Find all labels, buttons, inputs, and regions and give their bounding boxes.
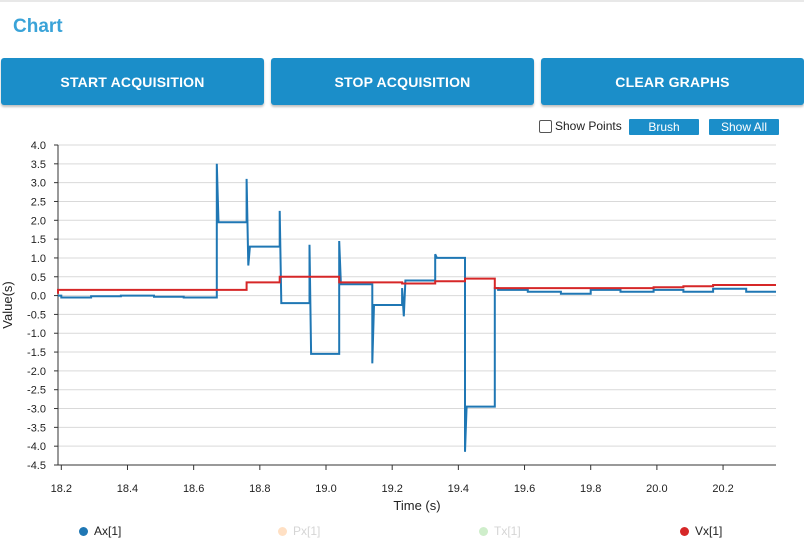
x-tick-label: 18.6 xyxy=(183,483,204,495)
legend-marker-tx xyxy=(479,526,488,536)
x-tick-label: 19.2 xyxy=(381,483,402,495)
y-tick-label: -4.5 xyxy=(27,460,46,472)
x-tick-label: 19.6 xyxy=(514,483,535,495)
y-tick-label: -2.5 xyxy=(27,385,46,397)
y-tick-label: 3.0 xyxy=(31,178,46,190)
legend-marker-ax xyxy=(79,526,88,536)
legend-item-tx[interactable]: Tx[1] xyxy=(479,524,521,538)
y-tick-label: -3.0 xyxy=(27,404,46,416)
y-tick-label: -1.5 xyxy=(27,347,46,359)
y-axis-label: Value(s) xyxy=(0,281,15,328)
y-tick-label: 2.5 xyxy=(31,196,46,208)
legend-label-vx: Vx[1] xyxy=(695,524,723,538)
y-tick-label: 3.5 xyxy=(31,159,46,171)
y-tick-label: -3.5 xyxy=(27,422,46,434)
y-tick-label: 1.5 xyxy=(31,234,46,246)
legend-item-vx[interactable]: Vx[1] xyxy=(680,524,722,538)
x-tick-label: 20.2 xyxy=(712,483,733,495)
y-tick-label: -0.5 xyxy=(27,309,46,321)
x-tick-label: 18.8 xyxy=(249,483,270,495)
legend-label-ax: Ax[1] xyxy=(94,524,122,538)
y-tick-label: -1.0 xyxy=(27,328,46,340)
y-tick-label: 4.0 xyxy=(31,140,46,152)
y-tick-label: 2.0 xyxy=(31,215,46,227)
x-axis: 18.2 18.4 18.6 18.8 19.0 19.2 19.4 19.6 19.8 20.0… xyxy=(51,464,776,495)
legend-item-ax[interactable]: Ax[1] xyxy=(79,524,121,538)
x-tick-label: 19.8 xyxy=(580,483,601,495)
legend-marker-px xyxy=(278,526,287,536)
y-tick-label: -4.0 xyxy=(27,441,46,453)
x-tick-label: 18.4 xyxy=(117,483,138,495)
legend-label-tx: Tx[1] xyxy=(494,524,521,538)
x-tick-label: 20.0 xyxy=(646,483,667,495)
y-axis: 4.0 3.5 3.0 2.5 2.0 1.5 1.0 0.5 0.0 -0.5 -1.0 -1.5 -… xyxy=(27,140,59,472)
y-tick-label: 0.5 xyxy=(31,272,46,284)
x-axis-label: Time (s) xyxy=(393,498,440,513)
legend-item-px[interactable]: Px[1] xyxy=(278,524,320,538)
y-tick-label: 0.0 xyxy=(31,291,46,303)
y-tick-label: 1.0 xyxy=(31,253,46,265)
legend-marker-vx xyxy=(680,526,689,536)
x-tick-label: 18.2 xyxy=(51,483,72,495)
x-tick-label: 19.0 xyxy=(315,483,336,495)
x-tick-label: 19.4 xyxy=(448,483,469,495)
chart-area[interactable]: 4.0 3.5 3.0 2.5 2.0 1.5 1.0 0.5 0.0 -0.5 -1.0 -1.5 -… xyxy=(0,0,804,543)
series-line-vx1 xyxy=(57,275,776,294)
gridlines xyxy=(58,144,776,466)
legend-label-px: Px[1] xyxy=(293,524,321,538)
y-tick-label: -2.0 xyxy=(27,366,46,378)
